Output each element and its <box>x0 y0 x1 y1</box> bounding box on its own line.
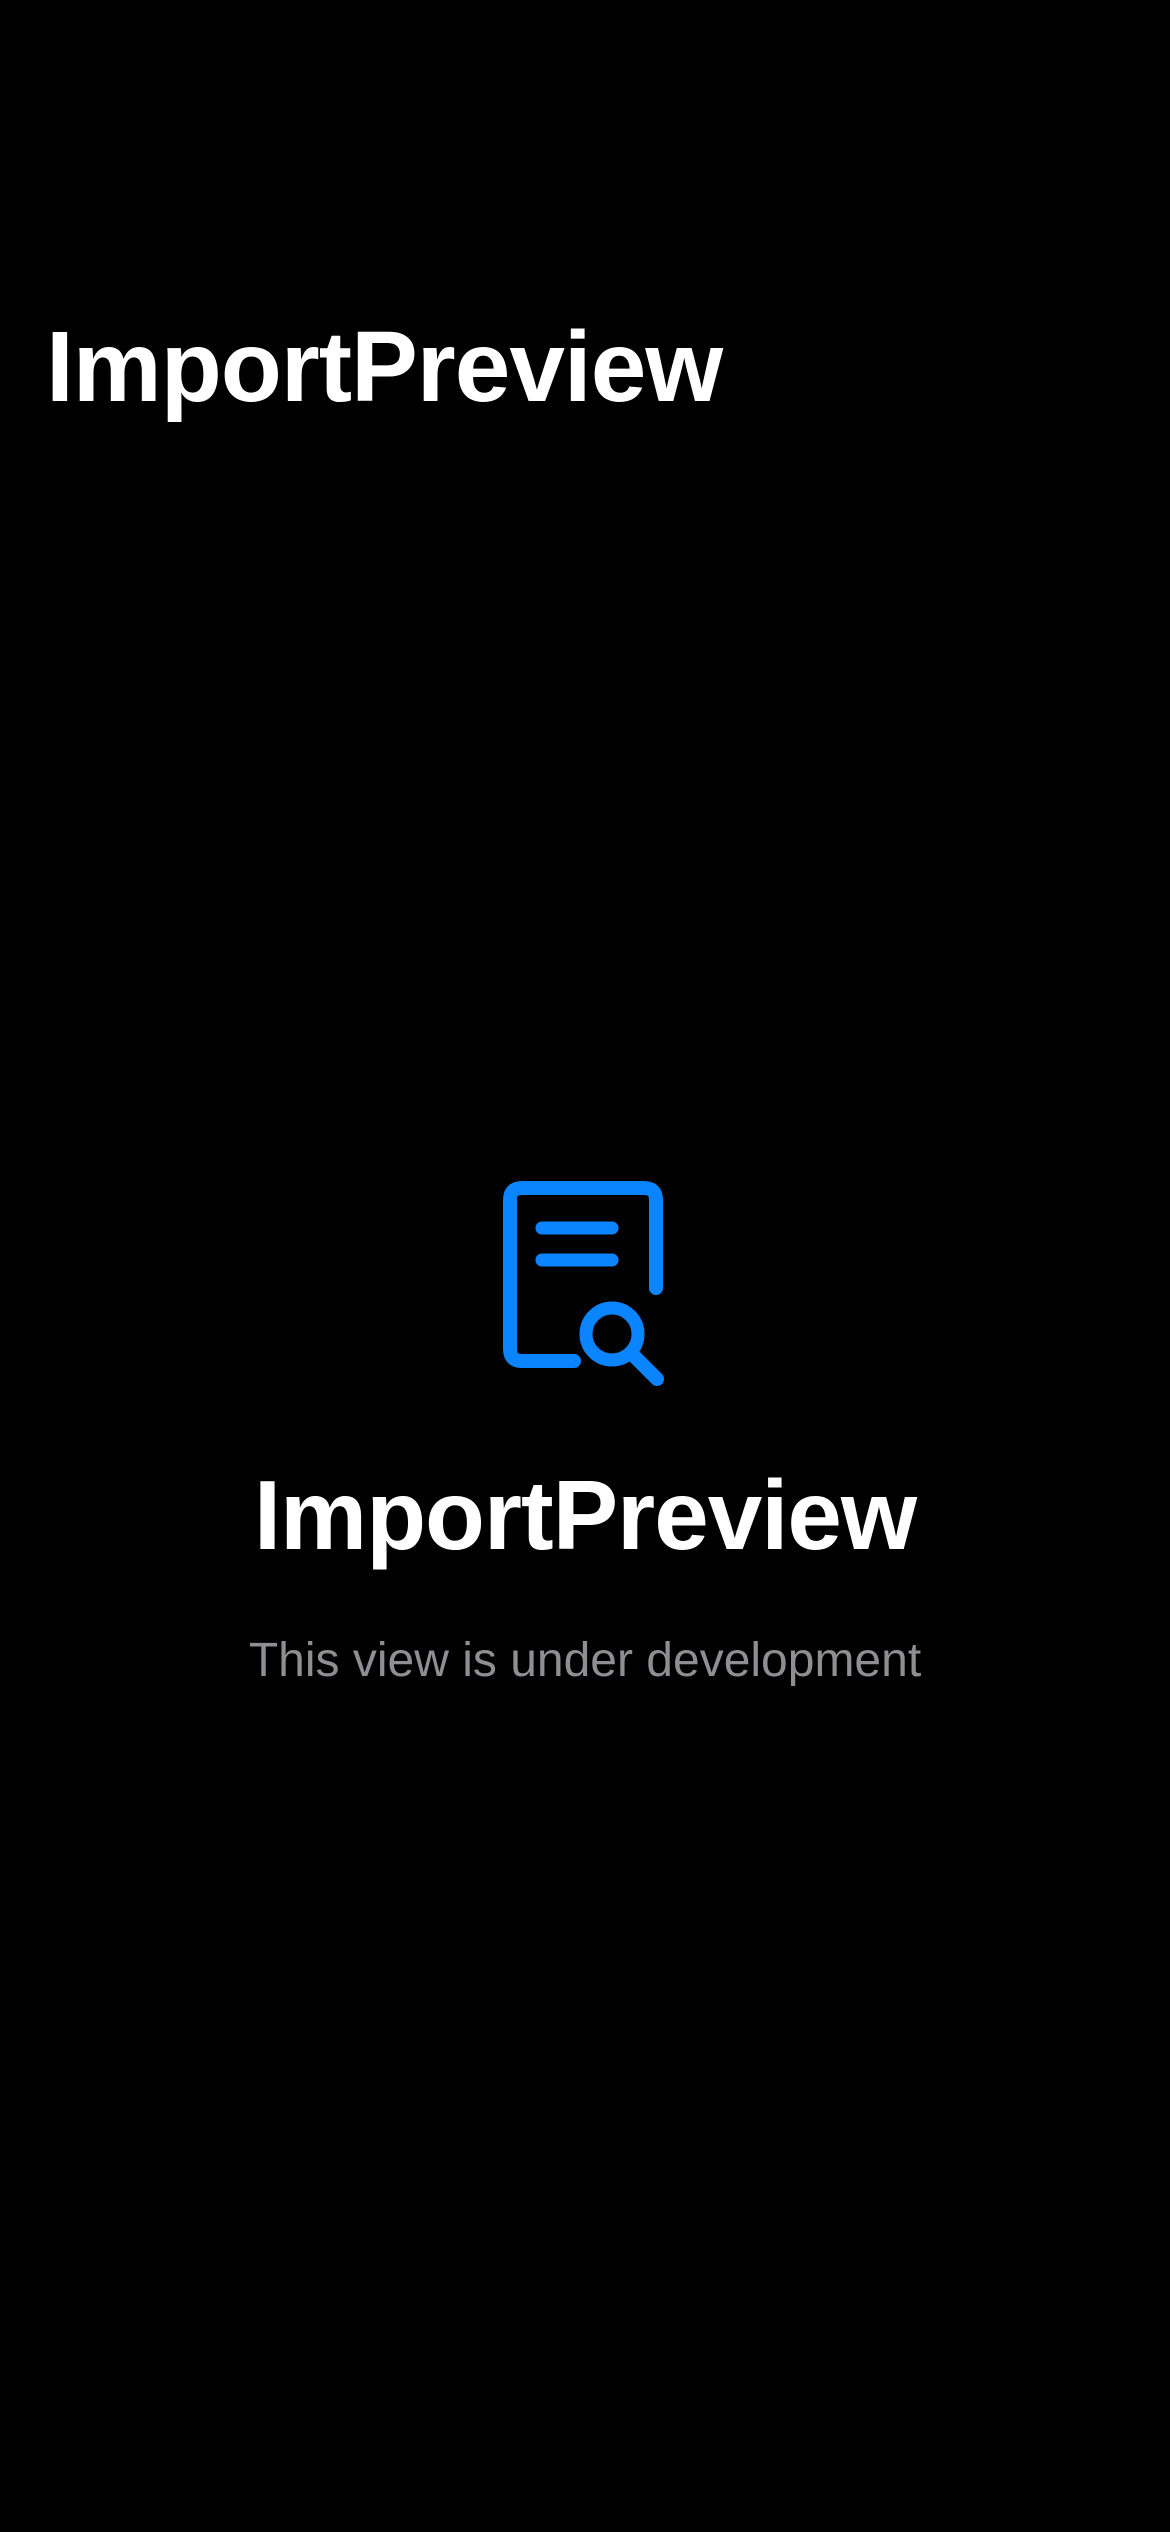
doc-text-magnifyingglass-icon <box>503 1181 664 1386</box>
page-title: ImportPreview <box>46 311 723 423</box>
placeholder-title: ImportPreview <box>253 1460 917 1570</box>
placeholder-subtitle: This view is under development <box>248 1634 922 1687</box>
placeholder-view: ImportPreview This view is under develop… <box>0 1178 1170 1690</box>
